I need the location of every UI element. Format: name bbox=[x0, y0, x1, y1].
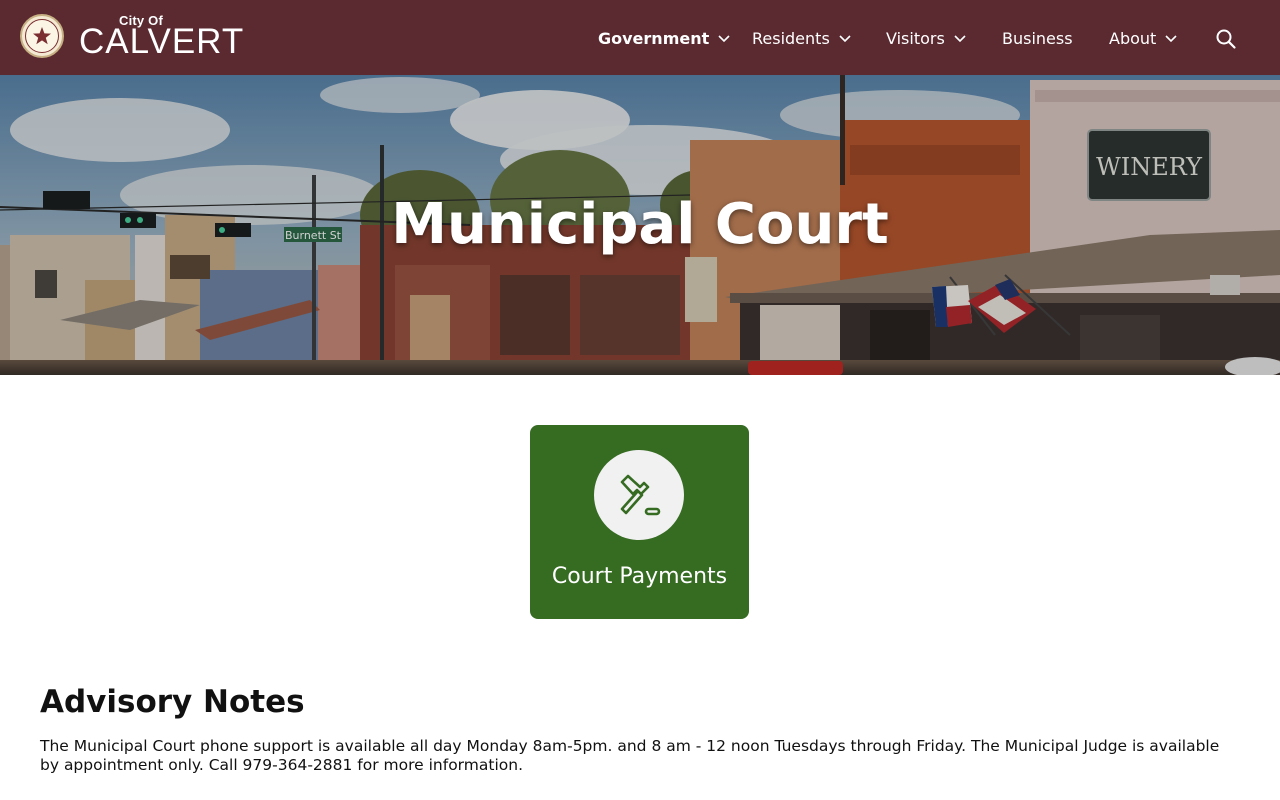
chevron-down-icon bbox=[1165, 35, 1177, 43]
logo-big-text: CALVERT bbox=[79, 22, 245, 61]
nav-visitors[interactable]: Visitors bbox=[886, 28, 967, 48]
court-payments-button[interactable]: Court Payments bbox=[530, 425, 749, 619]
page-title: Municipal Court bbox=[391, 192, 889, 257]
court-payments-label: Court Payments bbox=[551, 564, 728, 589]
chevron-down-icon bbox=[839, 35, 851, 43]
nav-about[interactable]: About bbox=[1109, 28, 1178, 48]
nav-residents-label: Residents bbox=[752, 28, 830, 48]
advisory-notes-text: The Municipal Court phone support is ava… bbox=[40, 737, 1220, 774]
nav-visitors-label: Visitors bbox=[886, 28, 945, 48]
nav-about-label: About bbox=[1109, 28, 1157, 48]
nav-government-label: Government bbox=[598, 28, 710, 48]
site-logo[interactable]: City Of CALVERT bbox=[20, 13, 243, 60]
site-header: City Of CALVERT Government Residents Vis… bbox=[0, 0, 1280, 75]
nav-business[interactable]: Business bbox=[1002, 28, 1073, 48]
chevron-down-icon bbox=[954, 35, 966, 43]
card-icon-circle bbox=[594, 450, 684, 540]
advisory-notes-heading: Advisory Notes bbox=[40, 684, 305, 720]
nav-residents[interactable]: Residents bbox=[752, 28, 852, 48]
hero-banner: WINERY Burnett St Municipal Court bbox=[0, 75, 1280, 375]
logo-wordmark: City Of CALVERT bbox=[79, 13, 243, 60]
nav-government[interactable]: Government bbox=[598, 28, 731, 48]
search-icon[interactable] bbox=[1215, 28, 1237, 50]
chevron-down-icon bbox=[718, 35, 730, 43]
gavel-icon bbox=[620, 474, 661, 516]
nav-business-label: Business bbox=[1002, 28, 1073, 48]
city-seal-icon bbox=[20, 14, 64, 58]
